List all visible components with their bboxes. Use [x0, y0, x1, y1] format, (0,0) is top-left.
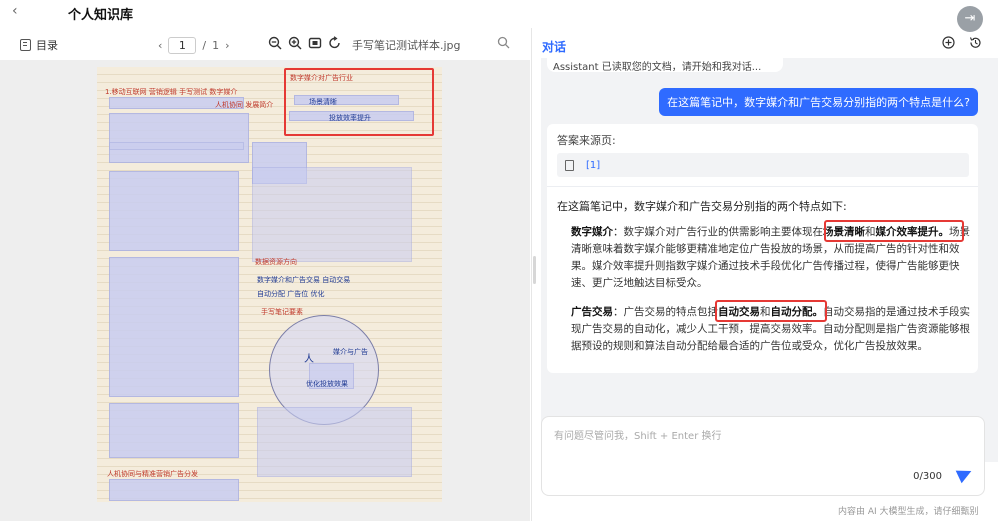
note-block — [109, 257, 239, 397]
resize-handle[interactable] — [533, 256, 536, 284]
note-box-text: 数字媒介对广告行业 — [290, 74, 353, 82]
note-circle-title: 手写笔记要素 — [261, 308, 303, 316]
note-box-text: 投放效率提升 — [329, 114, 371, 122]
ai-disclaimer: 内容由 AI 大模型生成，请仔细甄别 — [838, 507, 979, 517]
source-reference[interactable]: [1] — [557, 153, 969, 177]
chat-thread[interactable]: Assistant 已读取您的文档，请开始和我对话... 在这篇笔记中，数字媒介… — [541, 56, 998, 462]
chat-input[interactable]: 有问题尽管问我，Shift + Enter 换行 0/300 — [541, 416, 985, 496]
note-block — [109, 479, 239, 501]
zoom-out-icon[interactable] — [268, 36, 282, 54]
note-block — [252, 167, 412, 262]
note-heading: 1.移动互联网 营销逻辑 手写测试 数字媒介 — [105, 88, 238, 96]
input-placeholder: 有问题尽管问我，Shift + Enter 换行 — [554, 431, 722, 442]
toc-icon — [20, 39, 31, 51]
user-message: 在这篇笔记中，数字媒介和广告交易分别指的两个特点是什么? — [659, 88, 978, 116]
exit-icon[interactable]: ⇥ — [957, 6, 983, 32]
source-title: 答案来源页: — [557, 134, 616, 147]
source-link[interactable]: [1] — [586, 160, 600, 171]
document-toolbar: 目录 ‹ 1 / 1 › 手写笔记测试样本.jpg — [0, 33, 530, 59]
note-line: 数字媒介和广告交易 自动交易 — [257, 276, 351, 284]
note-block — [257, 407, 412, 477]
page-total: 1 — [212, 39, 220, 52]
note-block — [109, 113, 249, 163]
search-icon[interactable] — [497, 36, 510, 53]
rotate-icon[interactable] — [328, 36, 342, 54]
note-side: 人机协同 发展简介 — [215, 101, 274, 109]
toc-button[interactable]: 目录 — [20, 37, 58, 53]
handwritten-note-image: 1.移动互联网 营销逻辑 手写测试 数字媒介 人机协同 发展简介 数字媒介对广告… — [97, 67, 442, 502]
page-number-input[interactable]: 1 — [168, 37, 197, 54]
key-point-highlight-box — [824, 220, 964, 242]
send-icon[interactable] — [955, 464, 975, 484]
divider — [547, 186, 978, 187]
chat-actions — [942, 36, 982, 53]
assistant-answer: 答案来源页: [1] 在这篇笔记中，数字媒介和广告交易分别指的两个特点如下: 数… — [547, 124, 978, 373]
answer-text: ：数字媒介对广告行业的供需影响主要体现在 — [613, 226, 823, 238]
answer-intro: 在这篇笔记中，数字媒介和广告交易分别指的两个特点如下: — [557, 200, 847, 213]
circle-label: 优化投放效果 — [306, 380, 348, 388]
history-icon[interactable] — [969, 36, 982, 53]
pager: ‹ 1 / 1 › — [158, 37, 230, 54]
term-label: 数字媒介 — [571, 226, 613, 238]
note-highlight — [109, 142, 244, 150]
note-line: 自动分配 广告位 优化 — [257, 290, 325, 298]
document-icon — [565, 159, 574, 171]
key-point-highlight-box — [715, 300, 827, 322]
new-chat-icon[interactable] — [942, 36, 955, 53]
note-block — [109, 171, 239, 251]
next-page-button[interactable]: › — [225, 39, 229, 52]
char-counter: 0/300 — [913, 471, 942, 482]
pane-divider — [531, 28, 532, 521]
prev-page-button[interactable]: ‹ — [158, 39, 162, 52]
note-block — [109, 403, 239, 458]
note-section-head: 数据资源方向 — [255, 258, 297, 266]
toc-label: 目录 — [36, 39, 58, 52]
document-viewer[interactable]: 1.移动互联网 营销逻辑 手写测试 数字媒介 人机协同 发展简介 数字媒介对广告… — [0, 60, 530, 521]
system-message: Assistant 已读取您的文档，请开始和我对话... — [547, 56, 783, 72]
fit-screen-icon[interactable] — [308, 36, 322, 54]
view-tools: 手写笔记测试样本.jpg — [268, 36, 461, 54]
page-title: 个人知识库 — [68, 8, 134, 23]
top-bar: ‹ 个人知识库 ⇥ — [0, 0, 998, 32]
zoom-in-icon[interactable] — [288, 36, 302, 54]
note-bottom-head: 人机协同与精准营销广告分发 — [107, 470, 198, 478]
page-separator: / — [202, 39, 207, 52]
answer-text: ：广告交易的特点包括 — [613, 306, 718, 318]
chat-title: 对话 — [542, 40, 567, 54]
circle-label: 媒介与广告 — [333, 348, 368, 356]
file-name: 手写笔记测试样本.jpg — [352, 39, 461, 52]
note-box-text: 场景清晰 — [309, 98, 337, 106]
back-button[interactable]: ‹ — [12, 3, 18, 19]
term-label: 广告交易 — [571, 306, 613, 318]
